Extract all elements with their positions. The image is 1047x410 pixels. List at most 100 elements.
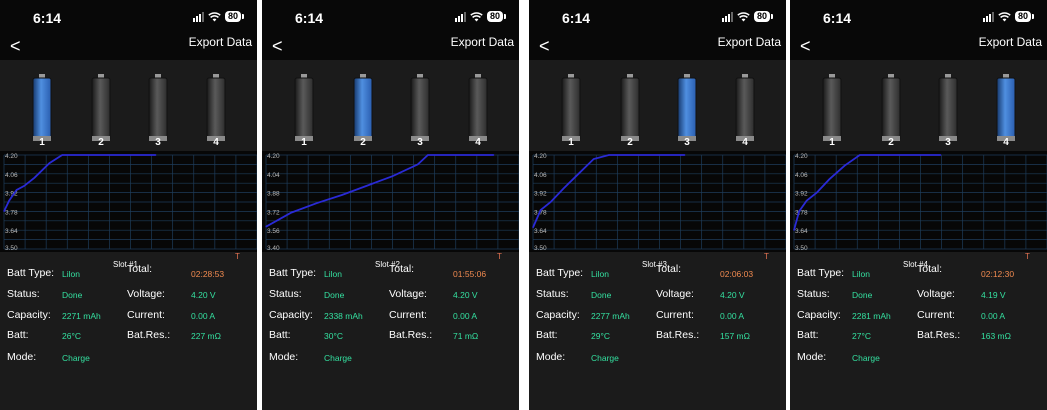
export-data-button[interactable]: Export Data (451, 35, 514, 49)
nav-bar: < Export Data (262, 32, 519, 60)
data-point (577, 173, 580, 175)
reading-label: Bat.Res.: (127, 329, 171, 341)
data-point (33, 177, 36, 179)
data-point (593, 158, 595, 160)
voltage-chart: 4.204.063.923.783.643.50 (790, 151, 1047, 252)
reading-label: Total: (656, 263, 682, 275)
cellular-signal-icon (982, 11, 994, 22)
slot-number-label: 3 (155, 137, 161, 148)
y-tick-label: 3.50 (795, 245, 808, 252)
reading-value: Lilon (591, 269, 609, 279)
reading-value: 4.20 V (453, 290, 478, 300)
slot-number-label: 4 (475, 137, 481, 148)
data-point (341, 194, 343, 196)
battery-level-icon: 80 (486, 11, 507, 22)
y-tick-label: 4.06 (5, 172, 18, 179)
reading-value: Charge (852, 353, 880, 363)
data-point (16, 189, 18, 191)
reading-value: 30°C (324, 331, 343, 341)
data-point (417, 163, 419, 165)
clock-time: 6:14 (33, 10, 62, 26)
reading-label: Batt Type: (797, 267, 845, 279)
reading-label: Total: (917, 263, 943, 275)
reading-label: Batt Type: (536, 267, 584, 279)
battery-terminal (39, 74, 45, 78)
data-point (940, 154, 942, 156)
y-tick-label: 3.72 (267, 209, 280, 216)
battery-body (353, 77, 373, 141)
reading-label: Status: (269, 288, 302, 300)
status-bar: 6:14 80 (529, 0, 786, 32)
reading-value: Charge (591, 353, 619, 363)
back-chevron-icon[interactable]: < (272, 36, 283, 57)
slot-number-label: 2 (360, 137, 366, 148)
reading-label: Capacity: (536, 309, 580, 321)
cellular-signal-icon (454, 11, 466, 22)
battery-terminal (829, 74, 835, 78)
reading-label: Voltage: (127, 288, 165, 300)
reading-value: 71 mΩ (453, 331, 479, 341)
battery-terminal (684, 74, 690, 78)
data-point (844, 165, 846, 167)
slot-number-label: 3 (684, 137, 690, 148)
time-axis-label: T (497, 252, 502, 261)
battery-terminal (360, 74, 366, 78)
export-data-button[interactable]: Export Data (189, 35, 252, 49)
reading-value: 0.00 A (191, 311, 216, 321)
reading-label: Current: (127, 309, 165, 321)
y-tick-label: 3.50 (534, 245, 547, 252)
battery-body (996, 77, 1016, 141)
y-tick-label: 3.64 (5, 228, 18, 235)
y-tick-label: 4.06 (795, 172, 808, 179)
time-axis-label: T (764, 252, 769, 261)
status-bar: 6:14 80 (0, 0, 257, 32)
reading-value: Lilon (852, 269, 870, 279)
reading-label: Voltage: (656, 288, 694, 300)
phone-screen-slot-2: 6:14 80 < Export Data 1 2 3 4 4.20 4.04 3.88 3.72 3.… (262, 0, 519, 410)
status-bar: 6:14 80 (790, 0, 1047, 32)
reading-value: Charge (62, 353, 90, 363)
total-time-value: 02:12:30 (981, 269, 1015, 279)
reading-label: Status: (536, 288, 569, 300)
data-point (532, 226, 534, 229)
battery-body (32, 77, 52, 141)
y-tick-label: 4.20 (534, 153, 547, 160)
voltage-chart: 4.204.063.923.783.643.50 (0, 151, 257, 252)
reading-label: Batt: (536, 329, 558, 341)
battery-body (91, 77, 111, 141)
y-tick-label: 3.88 (267, 191, 280, 198)
reading-value: 0.00 A (453, 311, 478, 321)
slot-number-label: 2 (98, 137, 104, 148)
clock-time: 6:14 (562, 10, 591, 26)
data-point (427, 154, 429, 156)
export-data-button[interactable]: Export Data (979, 35, 1042, 49)
reading-label: Current: (656, 309, 694, 321)
y-tick-label: 3.92 (534, 191, 547, 198)
battery-terminal (301, 74, 307, 78)
y-tick-label: 3.40 (267, 245, 280, 252)
back-chevron-icon[interactable]: < (800, 36, 811, 57)
battery-level-icon: 80 (753, 11, 774, 22)
battery-terminal (627, 74, 633, 78)
time-axis-label: T (1025, 252, 1030, 261)
export-data-button[interactable]: Export Data (718, 35, 781, 49)
reading-value: 4.19 V (981, 290, 1006, 300)
reading-label: Voltage: (917, 288, 955, 300)
reading-value: Done (591, 290, 612, 300)
time-axis-label: T (235, 252, 240, 261)
y-tick-label: 4.20 (267, 153, 280, 160)
reading-value: 227 mΩ (191, 331, 221, 341)
reading-label: Batt: (269, 329, 291, 341)
back-chevron-icon[interactable]: < (10, 36, 21, 57)
reading-value: 2277 mAh (591, 311, 630, 321)
reading-value: Charge (324, 353, 352, 363)
y-tick-label: 3.56 (267, 228, 280, 235)
voltage-chart-container: 4.20 4.06 3.92 3.78 3.64 3.50 (529, 151, 786, 257)
back-chevron-icon[interactable]: < (539, 36, 550, 57)
slot-number-label: 1 (829, 137, 835, 148)
battery-level-icon: 80 (224, 11, 245, 22)
data-point (608, 154, 610, 156)
data-point (869, 154, 871, 156)
reading-label: Voltage: (389, 288, 427, 300)
reading-label: Mode: (536, 351, 566, 363)
